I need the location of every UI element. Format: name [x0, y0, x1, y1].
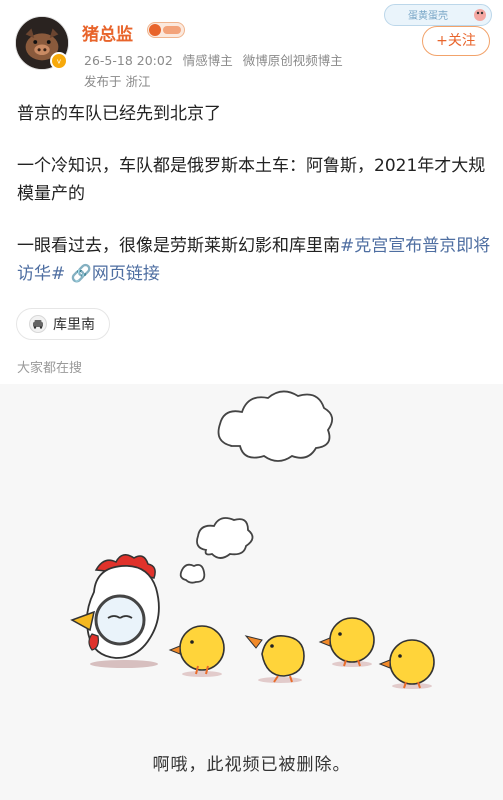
video-player[interactable]: 啊哦，此视频已被删除。: [0, 384, 503, 800]
thought-cloud-medium-icon: [196, 517, 254, 559]
car-icon: [29, 315, 47, 333]
rooster-icon: [70, 554, 160, 668]
svg-text:v: v: [57, 58, 61, 66]
post-meta: 26-5-18 20:02 情感博主 微博原创视频博主: [84, 50, 349, 69]
chick-icon-4: [378, 639, 435, 689]
web-link[interactable]: 网页链接: [92, 264, 160, 284]
chick-icon-3: [318, 617, 375, 667]
user-tag-2: 微博原创视频博主: [242, 53, 343, 68]
post-date: 26-5-18 20:02: [84, 53, 173, 68]
post-location: 发布于 浙江: [84, 74, 151, 89]
chick-icon-2: [244, 635, 305, 683]
follow-button[interactable]: +关注: [422, 26, 490, 56]
chick-icon-1: [168, 625, 225, 677]
post-paragraph-1: 普京的车队已经先到北京了: [17, 104, 221, 124]
video-deleted-message: 啊哦，此视频已被删除。: [152, 755, 351, 775]
decoration-badge-text: 蛋黄蛋壳: [408, 9, 448, 22]
topic-chip[interactable]: 库里南: [16, 308, 110, 340]
link-icon: 🔗: [65, 264, 92, 284]
post-paragraph-2: 一个冷知识，车队都是俄罗斯本土车：阿鲁斯，2021年才大规模量产的: [17, 156, 486, 204]
post-paragraph-3: 一眼看过去，很像是劳斯莱斯幻影和库里南#克宫宣布普京即将访华# 🔗网页链接: [17, 232, 492, 288]
deleted-video-illustration: [70, 390, 435, 689]
topic-chip-label: 库里南: [53, 317, 95, 333]
thought-cloud-small-icon: [179, 563, 206, 584]
level-badge-icon: [147, 22, 185, 38]
post-paragraph-3-text: 一眼看过去，很像是劳斯莱斯幻影和库里南: [17, 236, 340, 256]
trending-search-label: 大家都在搜: [17, 361, 83, 376]
user-tag-1: 情感博主: [182, 53, 233, 68]
username[interactable]: 猪总监: [82, 20, 133, 45]
thought-cloud-large-icon: [217, 390, 334, 462]
decoration-badge-icon: 蛋黄蛋壳: [384, 4, 492, 26]
post-header: v 猪总监 26-5-18 20:02 情感博主 微博原创视频博主 发布于 浙江…: [0, 0, 503, 98]
post-content: 普京的车队已经先到北京了 一个冷知识，车队都是俄罗斯本土车：阿鲁斯，2021年才…: [17, 100, 492, 288]
verified-badge-icon: v: [50, 52, 68, 70]
